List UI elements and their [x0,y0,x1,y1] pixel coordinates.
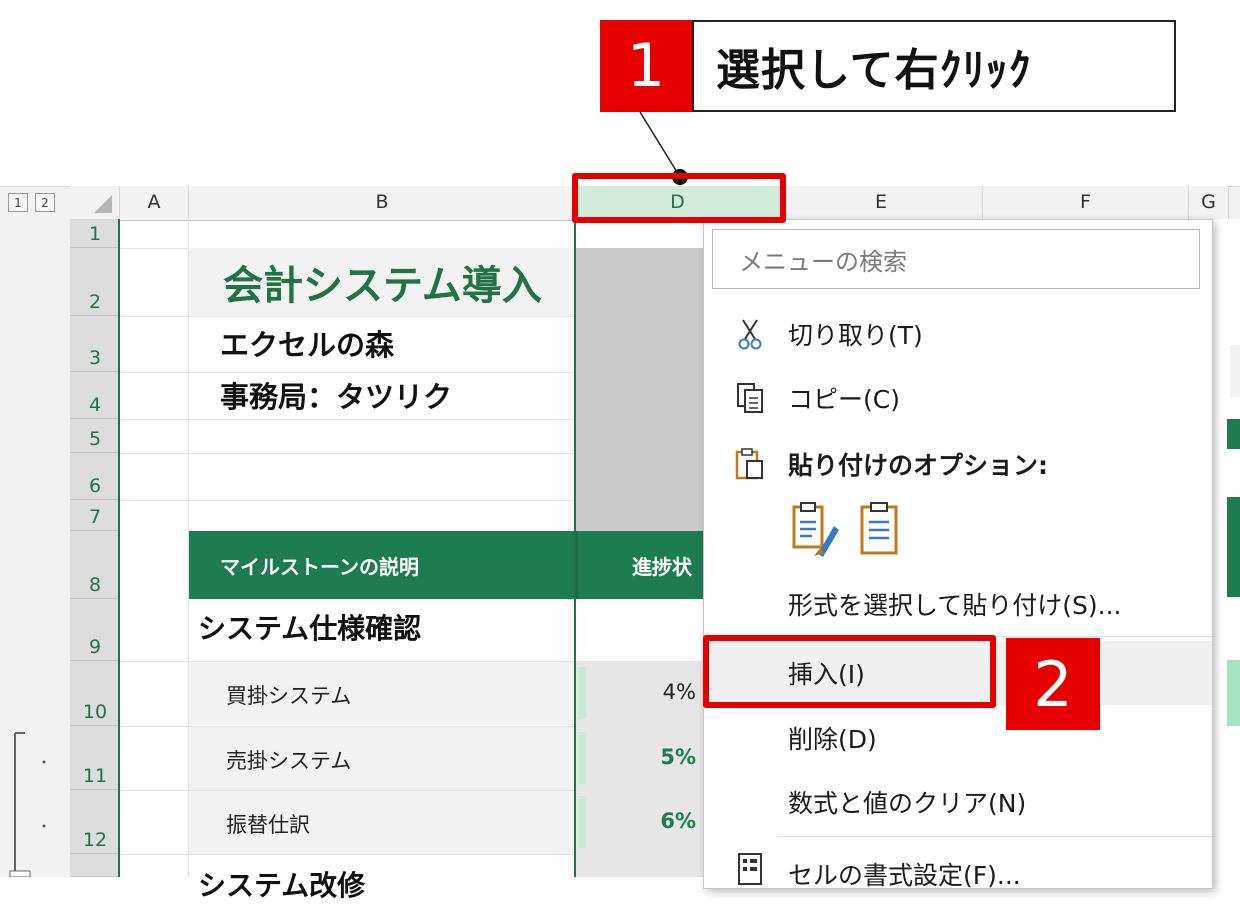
task-label[interactable]: 売掛システム [226,745,351,775]
row-header-12[interactable]: 12 [70,790,120,854]
highlight-column-d-header [572,173,786,223]
menu-item-cut-label: 切り取り(T) [788,321,923,350]
section-title-partial[interactable]: システム改修 [198,864,365,904]
gridline [120,419,576,420]
row-header-13[interactable] [70,854,120,877]
sheet-right-edge-cell [1230,345,1240,397]
menu-item-paste-options-label: 貼り付けのオプション: [788,451,1048,480]
sheet-title[interactable]: 会計システム導入 [189,248,575,316]
sheet-right-edge-header [1227,497,1240,597]
menu-item-paste-special[interactable]: 形式を選択して貼り付け(S)... [704,572,1212,636]
menu-item-copy[interactable]: コピー(C) [704,366,1212,430]
task-progress-value[interactable]: 4% [600,680,696,704]
row-header-border [118,219,120,877]
row-header-10[interactable]: 10 [70,661,120,726]
menu-item-format-cells-label: セルの書式設定(F)... [788,861,1021,890]
gridline [120,372,576,373]
column-header-f[interactable]: F [983,186,1189,219]
paste-values-icon[interactable] [858,500,902,558]
gridline [120,316,576,317]
row-header-11[interactable]: 11 [70,726,120,790]
task-label[interactable]: 振替仕訳 [226,809,310,839]
menu-item-format-cells[interactable]: セルの書式設定(F)... [704,842,1212,906]
menu-item-cut[interactable]: 切り取り(T) [704,302,1212,366]
menu-separator [778,836,1212,837]
callout-pointer [639,111,688,185]
paste-with-formatting-icon[interactable] [790,500,840,558]
select-all-corner[interactable] [70,186,120,219]
format-cells-icon [738,853,762,885]
progress-bar [578,667,586,719]
menu-item-copy-label: コピー(C) [788,385,900,414]
progress-bar [578,732,586,784]
task-progress-value[interactable]: 5% [600,745,696,769]
outline-group-bracket[interactable] [0,719,70,877]
column-header-b[interactable]: B [189,186,576,219]
menu-item-delete[interactable]: 削除(D) [704,706,1212,770]
office-name[interactable]: 事務局：タツリク [220,374,452,416]
gridline [120,854,576,855]
select-all-triangle-icon [94,195,112,213]
scissors-icon [738,319,762,350]
menu-search-input[interactable]: メニューの検索 [712,229,1200,289]
row-header-3[interactable]: 3 [70,316,120,372]
menu-item-clear-contents-label: 数式と値のクリア(N) [788,789,1027,818]
task-progress-value[interactable]: 6% [600,809,696,833]
menu-item-paste-options: 貼り付けのオプション: [704,432,1212,496]
header-milestone-description[interactable]: マイルストーンの説明 [220,531,570,599]
highlight-insert-item [703,635,996,708]
header-column-divider [576,531,578,599]
row-header-4[interactable]: 4 [70,372,120,419]
row-header-5[interactable]: 5 [70,419,120,453]
sheet-right-edge-header [1227,419,1240,449]
row-header-2[interactable]: 2 [70,248,120,316]
outline-level-2-button[interactable]: 2 [35,193,55,212]
progress-bar [578,796,586,848]
clipboard-icon [735,448,763,480]
sheet-right-edge-cell [1227,660,1240,726]
step-2-badge: 2 [1006,638,1100,730]
column-header-g[interactable]: G [1189,186,1229,219]
column-header-a[interactable]: A [120,186,189,219]
gridline [120,453,576,454]
gridline [120,500,576,501]
column-header-e[interactable]: E [780,186,983,219]
row-header-6[interactable]: 6 [70,453,120,500]
header-progress-status[interactable]: 進捗状 [632,531,704,599]
menu-item-clear-contents[interactable]: 数式と値のクリア(N) [704,770,1212,834]
outline-level-1-button[interactable]: 1 [8,193,28,212]
row-header-7[interactable]: 7 [70,500,120,531]
menu-item-delete-label: 削除(D) [788,725,877,754]
column-d-selection-shade [576,248,704,531]
row-header-8[interactable]: 8 [70,531,120,599]
row-header-1[interactable]: 1 [70,219,120,248]
column-d-selection-border [574,219,576,877]
section-title[interactable]: システム仕様確認 [198,607,421,647]
company-name[interactable]: エクセルの森 [220,322,394,364]
task-label[interactable]: 買掛システム [226,680,351,710]
copy-icon [737,383,763,413]
row-header-9[interactable]: 9 [70,599,120,661]
menu-item-paste-special-label: 形式を選択して貼り付け(S)... [788,591,1122,620]
